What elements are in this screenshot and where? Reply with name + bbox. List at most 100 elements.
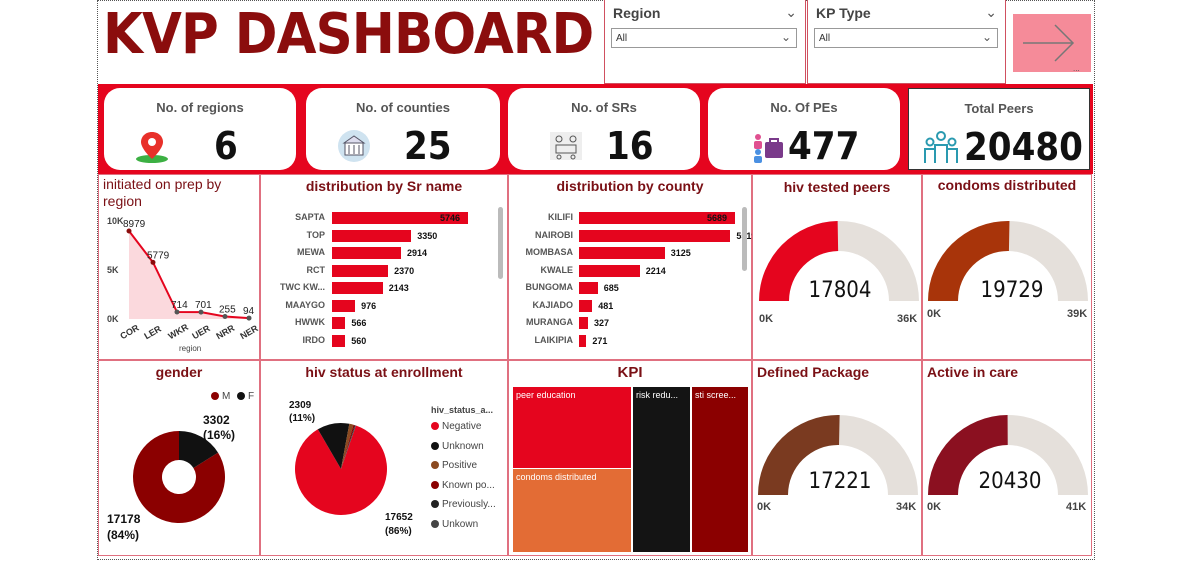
category-label: HWWK bbox=[295, 317, 325, 327]
bar-value: 271 bbox=[592, 335, 608, 346]
bar[interactable] bbox=[332, 264, 389, 277]
condoms-gauge: condoms distributed 19729 0K 39K bbox=[922, 174, 1092, 360]
gauge-min: 0K bbox=[757, 501, 772, 513]
bar-value: 2214 bbox=[645, 265, 666, 276]
category-label: MURANGA bbox=[526, 317, 573, 327]
y-tick-label: 10K bbox=[107, 216, 124, 226]
bar-row[interactable]: TOP 3350 bbox=[261, 229, 501, 243]
legend-item[interactable]: Unknown bbox=[431, 441, 484, 452]
data-label: 17178 (84%) bbox=[107, 512, 141, 542]
bar-row[interactable]: KWALE 2214 bbox=[509, 264, 745, 278]
legend-item[interactable]: Positive bbox=[431, 460, 477, 471]
map-pin-icon bbox=[136, 132, 168, 163]
bar-list: KILIFI 5689 NAIROBI5519 MOMBASA 3125 KWALE 221… bbox=[509, 211, 756, 356]
kp-type-slicer-label: KP Type bbox=[816, 5, 871, 21]
kp-type-slicer[interactable]: KP Type ⌄ All ⌄ bbox=[807, 0, 1006, 84]
bar-row[interactable]: TWC KW... 2143 bbox=[261, 281, 501, 295]
legend-item[interactable]: Known po... bbox=[431, 480, 495, 491]
legend-item[interactable]: Negative bbox=[431, 421, 481, 432]
chevron-down-icon[interactable]: ⌄ bbox=[785, 4, 797, 21]
treemap-cell[interactable]: peer education bbox=[513, 387, 631, 468]
bar-row[interactable]: MAAYGO 976 bbox=[261, 299, 501, 313]
gauge-max: 41K bbox=[1066, 501, 1087, 513]
data-label: 17652 (86%) bbox=[385, 512, 413, 537]
page-title: KVP DASHBOARD bbox=[103, 2, 594, 67]
bar[interactable] bbox=[332, 334, 346, 347]
data-label: 2309 (11%) bbox=[289, 400, 316, 424]
bar[interactable] bbox=[579, 247, 665, 259]
bar[interactable] bbox=[579, 317, 588, 329]
category-label: LAIKIPIA bbox=[534, 334, 573, 345]
card-title: No. Of PEs bbox=[770, 100, 838, 115]
bar-value: 976 bbox=[361, 300, 377, 311]
x-axis-label: region bbox=[179, 344, 201, 353]
data-label: 3302 (16%) bbox=[203, 413, 236, 442]
gauge-value: 17804 bbox=[808, 278, 872, 303]
category-label: RCT bbox=[306, 264, 326, 275]
legend-item: M bbox=[211, 391, 230, 402]
bar[interactable] bbox=[579, 299, 593, 312]
bar-row[interactable]: MEWA 2914 bbox=[261, 246, 501, 260]
bar-row[interactable]: BUNGOMA 685 bbox=[509, 281, 745, 295]
bar[interactable] bbox=[579, 229, 731, 242]
scrollbar[interactable] bbox=[498, 207, 503, 279]
bar-row[interactable]: SAPTA 5746 bbox=[261, 211, 501, 225]
card-counties: No. of counties 25 bbox=[306, 88, 500, 170]
category-label: KAJIADO bbox=[532, 299, 573, 310]
bar-row[interactable]: KAJIADO 481 bbox=[509, 299, 745, 313]
bar[interactable] bbox=[332, 317, 346, 329]
scrollbar[interactable] bbox=[742, 207, 747, 271]
next-page-button[interactable]: ... bbox=[1013, 14, 1091, 73]
kp-type-select[interactable]: All ⌄ bbox=[814, 28, 998, 48]
x-tick-label: WKR bbox=[166, 322, 190, 342]
region-select[interactable]: All ⌄ bbox=[611, 28, 797, 48]
active-in-care-gauge: Active in care 20430 0K 41K bbox=[922, 360, 1092, 556]
treemap-cell[interactable]: risk redu... bbox=[633, 387, 690, 552]
gauge-value: 20430 bbox=[978, 469, 1042, 494]
card-pes: No. Of PEs 477 bbox=[708, 88, 900, 170]
bar-row[interactable]: RCT 2370 bbox=[261, 264, 501, 278]
defined-package-gauge: Defined Package 17221 0K 34K bbox=[752, 360, 922, 556]
card-title: Total Peers bbox=[964, 101, 1034, 116]
legend-item[interactable]: Previously... bbox=[431, 499, 496, 510]
data-label: 8979 bbox=[123, 219, 146, 230]
chart-title: condoms distributed bbox=[937, 177, 1077, 193]
bar-value: 560 bbox=[351, 335, 367, 346]
bar[interactable] bbox=[332, 282, 383, 294]
chevron-down-icon[interactable]: ⌄ bbox=[985, 4, 997, 21]
bar-row[interactable]: MOMBASA 3125 bbox=[509, 246, 745, 260]
bar[interactable] bbox=[332, 229, 412, 242]
bar[interactable] bbox=[579, 334, 587, 347]
card-regions: No. of regions 6 bbox=[104, 88, 296, 170]
bar-value: 5689 bbox=[707, 213, 728, 223]
bar-row[interactable]: IRDO 560 bbox=[261, 334, 501, 348]
hiv-status-chart: hiv status at enrollment 2309 (11%) 1765… bbox=[260, 360, 508, 556]
bar-row[interactable]: MURANGA 327 bbox=[509, 316, 745, 330]
chart-title: Active in care bbox=[927, 364, 1019, 380]
gauge-max: 39K bbox=[1067, 308, 1088, 320]
legend: Negative Unknown Positive Known po... Previo… bbox=[431, 421, 507, 551]
bar-row[interactable]: HWWK 566 bbox=[261, 316, 501, 330]
legend-item[interactable]: Unkown bbox=[431, 519, 478, 530]
bar[interactable] bbox=[579, 282, 598, 294]
region-slicer[interactable]: Region ⌄ All ⌄ bbox=[604, 0, 806, 84]
data-label: 94 bbox=[243, 306, 255, 317]
treemap-cell[interactable]: sti scree... bbox=[692, 387, 748, 552]
x-tick-label: UER bbox=[190, 323, 212, 341]
sr-distribution-chart: distribution by Sr name SAPTA 5746 TOP 3350… bbox=[260, 174, 508, 360]
kp-type-select-value: All bbox=[819, 33, 831, 44]
legend-title: hiv_status_a... bbox=[431, 405, 494, 415]
bar-list: SAPTA 5746 TOP 3350 MEWA 2914 RCT 2370 TWC KW...… bbox=[261, 211, 501, 356]
bar[interactable] bbox=[332, 247, 401, 259]
card-value: 6 bbox=[214, 124, 238, 168]
gauge-max: 36K bbox=[897, 313, 918, 325]
bar-value: 2914 bbox=[406, 248, 427, 258]
treemap-cell[interactable]: condoms distributed bbox=[513, 469, 631, 552]
bar-row[interactable]: NAIROBI5519 bbox=[509, 229, 756, 243]
bar-row[interactable]: LAIKIPIA 271 bbox=[509, 334, 745, 348]
bar[interactable] bbox=[332, 299, 356, 312]
bar[interactable] bbox=[579, 264, 640, 277]
bar-row[interactable]: KILIFI 5689 bbox=[509, 211, 745, 225]
card-value: 20480 bbox=[964, 125, 1083, 169]
county-distribution-chart: distribution by county KILIFI 5689 NAIROBI… bbox=[508, 174, 756, 360]
